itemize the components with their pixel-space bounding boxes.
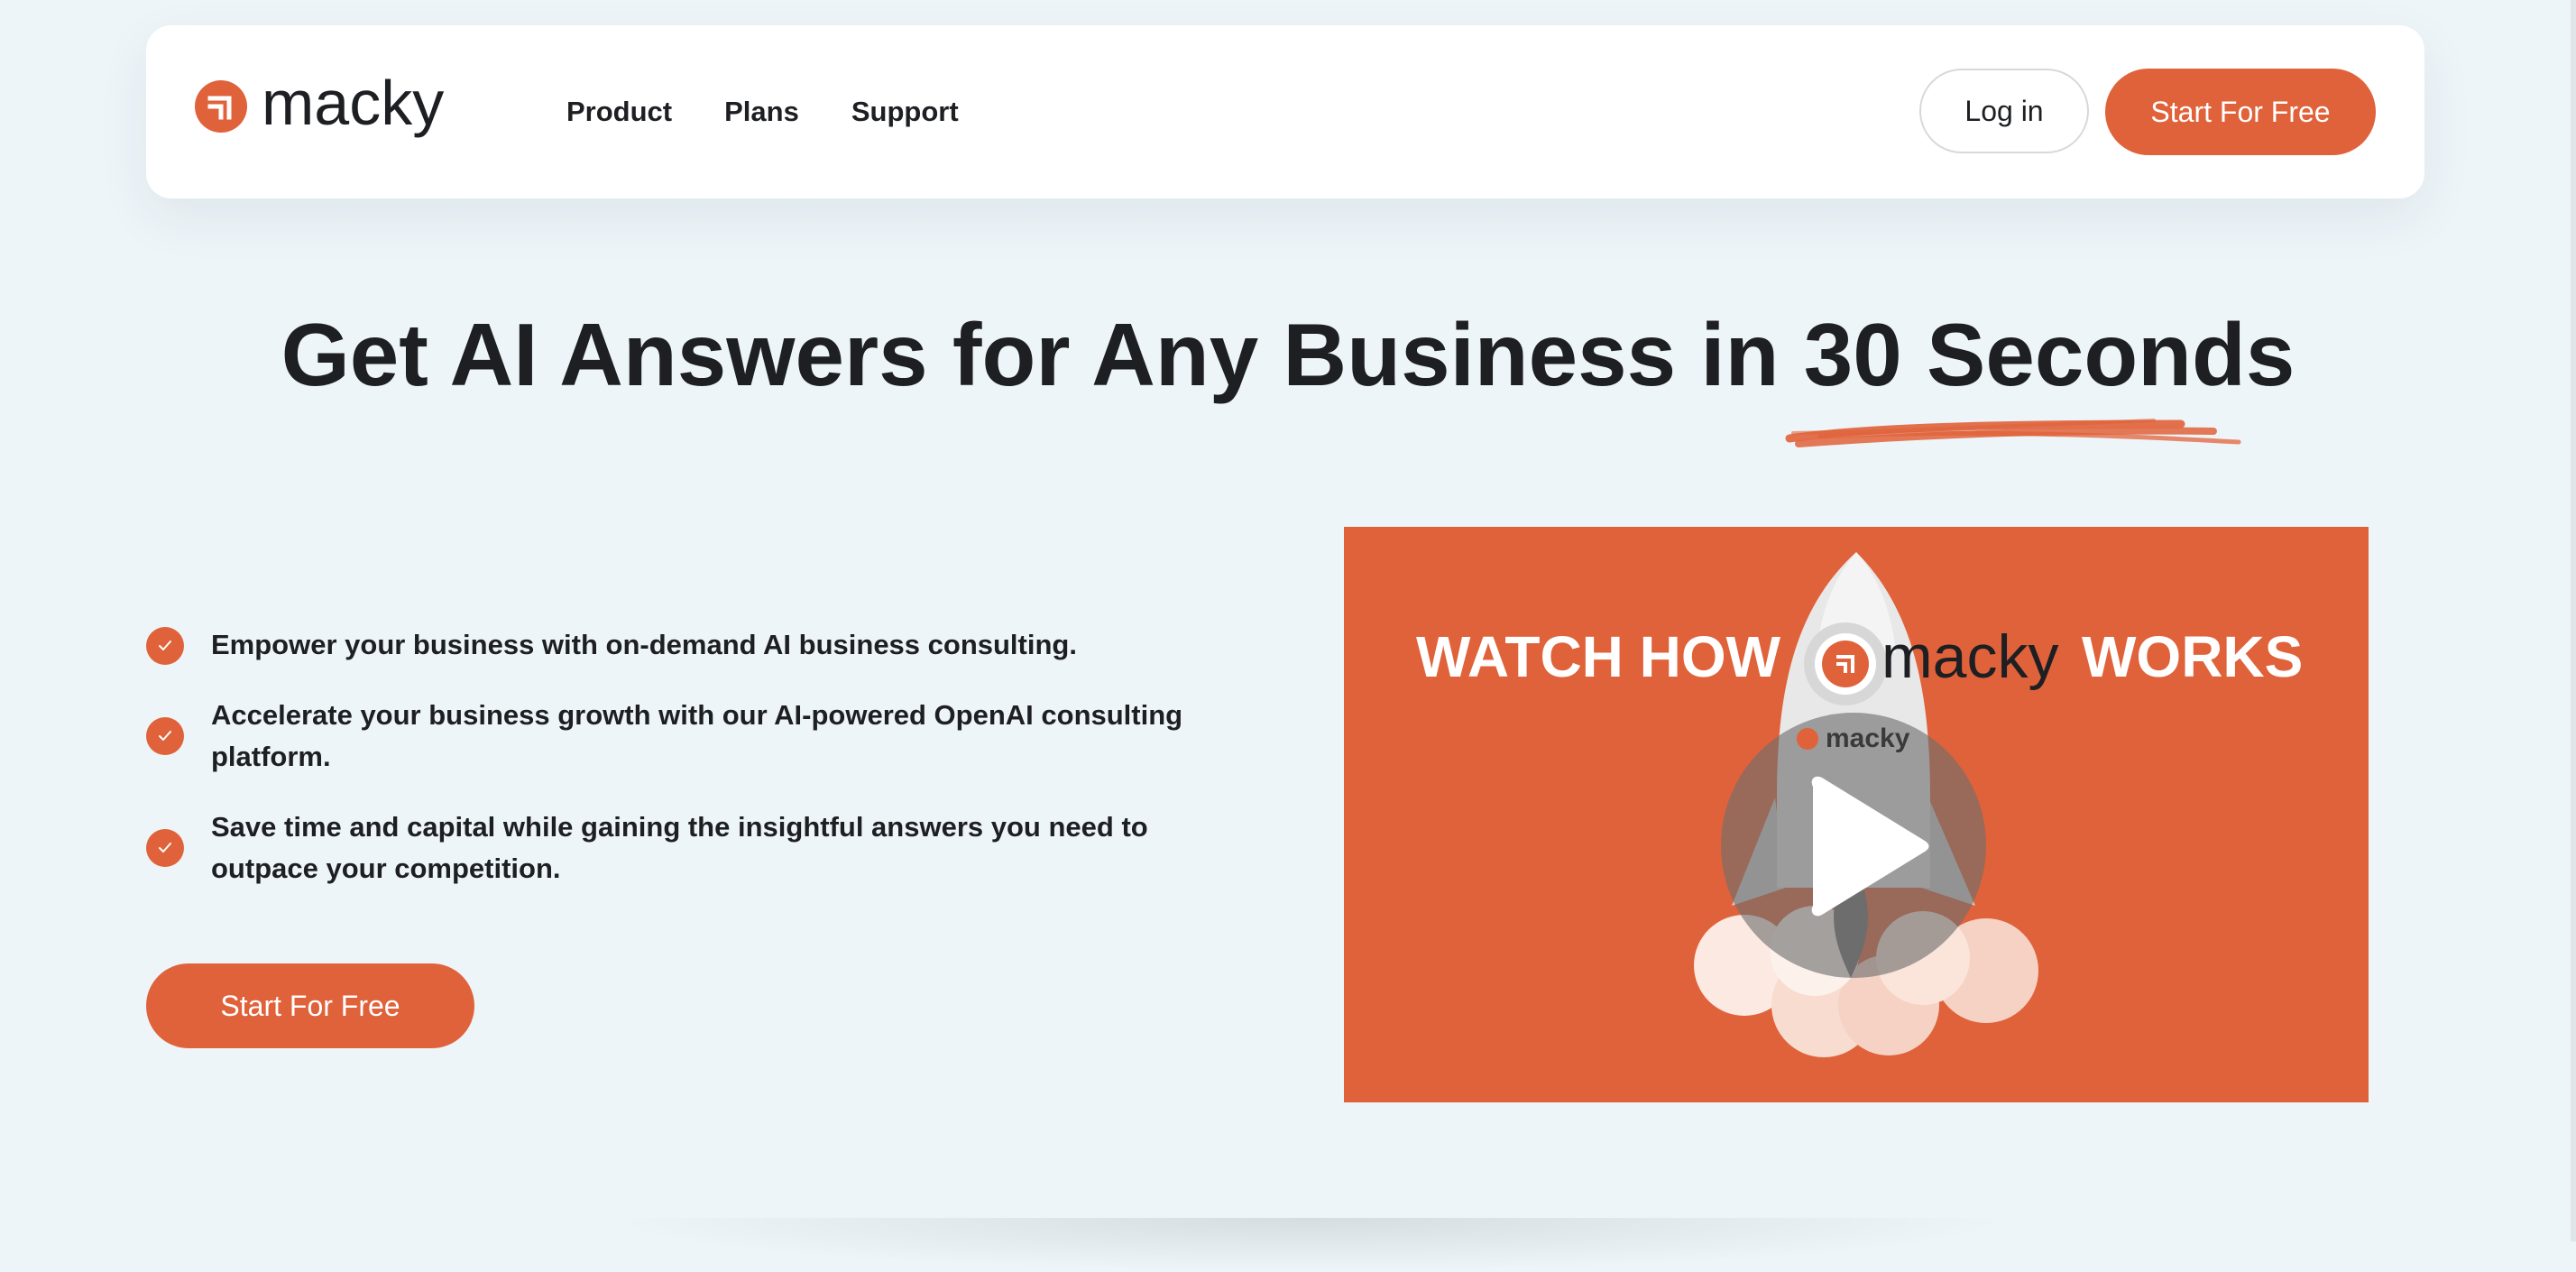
video-title-right: WORKS: [2082, 624, 2304, 689]
check-icon: [146, 717, 184, 755]
feature-item: Save time and capital while gaining the …: [146, 807, 1221, 889]
feature-item: Empower your business with on-demand AI …: [146, 624, 1221, 666]
video-title-left: WATCH HOW: [1416, 624, 1781, 689]
hero-headline: Get AI Answers for Any Business in 30 Se…: [281, 305, 2295, 404]
nav-link-plans[interactable]: Plans: [724, 96, 799, 128]
logo-wordmark: macky: [262, 68, 445, 138]
feature-text: Empower your business with on-demand AI …: [211, 629, 1077, 660]
video-player[interactable]: WATCH HOW macky WORKS macky: [1344, 527, 2369, 1102]
feature-text: Save time and capital while gaining the …: [211, 811, 1148, 884]
check-icon: [146, 627, 184, 665]
underline-scribble: [1785, 419, 2241, 447]
rocket-brand-text: macky: [1826, 724, 1910, 753]
next-section-shadow: [595, 1218, 2020, 1272]
check-icon: [146, 829, 184, 867]
navbar: macky Product Plans Support Log in Start…: [146, 25, 2424, 198]
hero-start-free-button[interactable]: Start For Free: [146, 963, 474, 1048]
page-scrollbar[interactable]: [2571, 0, 2576, 1241]
login-button[interactable]: Log in: [1919, 69, 2089, 153]
feature-item: Accelerate your business growth with our…: [146, 695, 1221, 778]
video-title-brand: macky: [1881, 622, 2059, 691]
feature-text: Accelerate your business growth with our…: [211, 699, 1183, 772]
macky-mini-logo-icon: [1797, 728, 1818, 750]
logo[interactable]: macky: [195, 70, 444, 143]
nav-start-free-button[interactable]: Start For Free: [2105, 69, 2376, 155]
macky-logo-icon: [195, 80, 247, 133]
main-nav: Product Plans Support: [566, 25, 1011, 198]
rocket-brand-label: macky: [1797, 724, 1909, 754]
nav-link-support[interactable]: Support: [851, 96, 959, 128]
nav-link-product[interactable]: Product: [566, 96, 672, 128]
